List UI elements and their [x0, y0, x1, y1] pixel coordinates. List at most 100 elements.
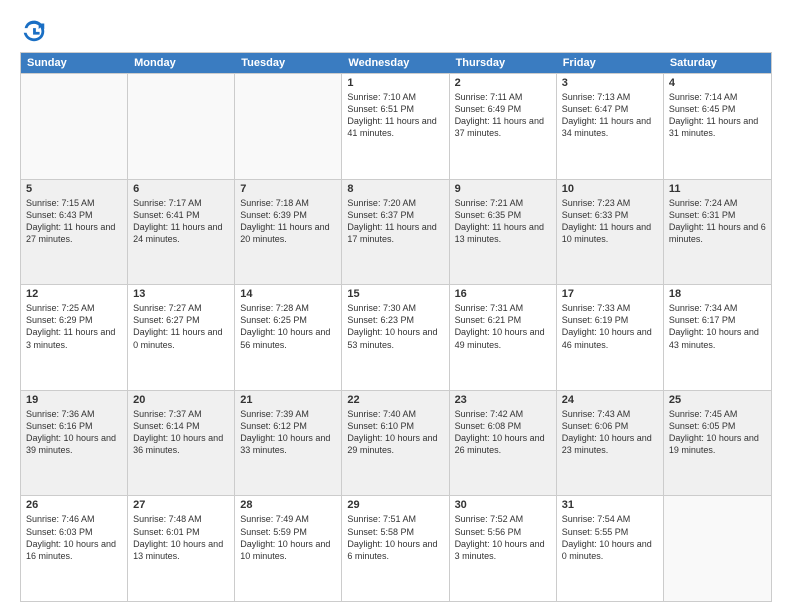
header: [20, 16, 772, 44]
day-info: Sunrise: 7:52 AM Sunset: 5:56 PM Dayligh…: [455, 513, 551, 562]
day-info: Sunrise: 7:33 AM Sunset: 6:19 PM Dayligh…: [562, 302, 658, 351]
day-number: 5: [26, 183, 122, 195]
day-number: 21: [240, 394, 336, 406]
day-info: Sunrise: 7:42 AM Sunset: 6:08 PM Dayligh…: [455, 408, 551, 457]
day-number: 6: [133, 183, 229, 195]
day-number: 12: [26, 288, 122, 300]
cal-cell-empty: [21, 74, 128, 179]
day-info: Sunrise: 7:20 AM Sunset: 6:37 PM Dayligh…: [347, 197, 443, 246]
day-number: 19: [26, 394, 122, 406]
day-of-week-tuesday: Tuesday: [235, 53, 342, 73]
day-number: 26: [26, 499, 122, 511]
cal-cell-27: 27 Sunrise: 7:48 AM Sunset: 6:01 PM Dayli…: [128, 496, 235, 601]
cal-cell-3: 3 Sunrise: 7:13 AM Sunset: 6:47 PM Daylig…: [557, 74, 664, 179]
cal-cell-14: 14Sunrise: 7:28 AM Sunset: 6:25 PM Dayli…: [235, 285, 342, 390]
day-info: Sunrise: 7:17 AM Sunset: 6:41 PM Dayligh…: [133, 197, 229, 246]
cal-cell-17: 17 Sunrise: 7:33 AM Sunset: 6:19 PM Dayli…: [557, 285, 664, 390]
day-info: Sunrise: 7:10 AM Sunset: 6:51 PM Dayligh…: [347, 91, 443, 140]
day-of-week-wednesday: Wednesday: [342, 53, 449, 73]
day-of-week-thursday: Thursday: [450, 53, 557, 73]
cal-cell-7: 7 Sunrise: 7:18 AM Sunset: 6:39 PM Daylig…: [235, 180, 342, 285]
day-number: 16: [455, 288, 551, 300]
cal-cell-1: 1Sunrise: 7:10 AM Sunset: 6:51 PM Daylig…: [342, 74, 449, 179]
day-number: 28: [240, 499, 336, 511]
cal-cell-empty: [235, 74, 342, 179]
page: SundayMondayTuesdayWednesdayThursdayFrid…: [0, 0, 792, 612]
day-info: Sunrise: 7:23 AM Sunset: 6:33 PM Dayligh…: [562, 197, 658, 246]
day-number: 7: [240, 183, 336, 195]
cal-cell-25: 25 Sunrise: 7:45 AM Sunset: 6:05 PM Dayli…: [664, 391, 771, 496]
day-info: Sunrise: 7:51 AM Sunset: 5:58 PM Dayligh…: [347, 513, 443, 562]
cal-cell-5: 5 Sunrise: 7:15 AM Sunset: 6:43 PM Daylig…: [21, 180, 128, 285]
week-row-4: 19 Sunrise: 7:36 AM Sunset: 6:16 PM Dayli…: [21, 390, 771, 496]
cal-cell-15: 15 Sunrise: 7:30 AM Sunset: 6:23 PM Dayli…: [342, 285, 449, 390]
cal-cell-21: 21 Sunrise: 7:39 AM Sunset: 6:12 PM Dayli…: [235, 391, 342, 496]
cal-cell-10: 10 Sunrise: 7:23 AM Sunset: 6:33 PM Dayli…: [557, 180, 664, 285]
week-row-3: 12 Sunrise: 7:25 AM Sunset: 6:29 PM Dayli…: [21, 284, 771, 390]
cal-cell-11: 11Sunrise: 7:24 AM Sunset: 6:31 PM Dayli…: [664, 180, 771, 285]
day-info: Sunrise: 7:36 AM Sunset: 6:16 PM Dayligh…: [26, 408, 122, 457]
day-number: 17: [562, 288, 658, 300]
day-of-week-monday: Monday: [128, 53, 235, 73]
day-info: Sunrise: 7:46 AM Sunset: 6:03 PM Dayligh…: [26, 513, 122, 562]
day-number: 8: [347, 183, 443, 195]
day-of-week-friday: Friday: [557, 53, 664, 73]
logo-icon: [20, 16, 48, 44]
cal-cell-19: 19 Sunrise: 7:36 AM Sunset: 6:16 PM Dayli…: [21, 391, 128, 496]
cal-cell-26: 26 Sunrise: 7:46 AM Sunset: 6:03 PM Dayli…: [21, 496, 128, 601]
day-of-week-saturday: Saturday: [664, 53, 771, 73]
cal-cell-2: 2Sunrise: 7:11 AM Sunset: 6:49 PM Daylig…: [450, 74, 557, 179]
day-number: 18: [669, 288, 766, 300]
day-info: Sunrise: 7:15 AM Sunset: 6:43 PM Dayligh…: [26, 197, 122, 246]
week-row-1: 1Sunrise: 7:10 AM Sunset: 6:51 PM Daylig…: [21, 73, 771, 179]
day-info: Sunrise: 7:49 AM Sunset: 5:59 PM Dayligh…: [240, 513, 336, 562]
calendar-body: 1Sunrise: 7:10 AM Sunset: 6:51 PM Daylig…: [21, 73, 771, 601]
day-info: Sunrise: 7:14 AM Sunset: 6:45 PM Dayligh…: [669, 91, 766, 140]
day-info: Sunrise: 7:45 AM Sunset: 6:05 PM Dayligh…: [669, 408, 766, 457]
day-info: Sunrise: 7:27 AM Sunset: 6:27 PM Dayligh…: [133, 302, 229, 351]
week-row-5: 26 Sunrise: 7:46 AM Sunset: 6:03 PM Dayli…: [21, 495, 771, 601]
day-number: 25: [669, 394, 766, 406]
day-info: Sunrise: 7:48 AM Sunset: 6:01 PM Dayligh…: [133, 513, 229, 562]
cal-cell-31: 31 Sunrise: 7:54 AM Sunset: 5:55 PM Dayli…: [557, 496, 664, 601]
day-number: 24: [562, 394, 658, 406]
day-info: Sunrise: 7:54 AM Sunset: 5:55 PM Dayligh…: [562, 513, 658, 562]
day-number: 31: [562, 499, 658, 511]
day-info: Sunrise: 7:25 AM Sunset: 6:29 PM Dayligh…: [26, 302, 122, 351]
calendar-header: SundayMondayTuesdayWednesdayThursdayFrid…: [21, 53, 771, 73]
day-number: 4: [669, 77, 766, 89]
cal-cell-8: 8 Sunrise: 7:20 AM Sunset: 6:37 PM Daylig…: [342, 180, 449, 285]
day-number: 20: [133, 394, 229, 406]
day-info: Sunrise: 7:37 AM Sunset: 6:14 PM Dayligh…: [133, 408, 229, 457]
day-number: 30: [455, 499, 551, 511]
cal-cell-24: 24Sunrise: 7:43 AM Sunset: 6:06 PM Dayli…: [557, 391, 664, 496]
cal-cell-23: 23 Sunrise: 7:42 AM Sunset: 6:08 PM Dayli…: [450, 391, 557, 496]
day-info: Sunrise: 7:21 AM Sunset: 6:35 PM Dayligh…: [455, 197, 551, 246]
week-row-2: 5 Sunrise: 7:15 AM Sunset: 6:43 PM Daylig…: [21, 179, 771, 285]
cal-cell-12: 12 Sunrise: 7:25 AM Sunset: 6:29 PM Dayli…: [21, 285, 128, 390]
cal-cell-4: 4 Sunrise: 7:14 AM Sunset: 6:45 PM Daylig…: [664, 74, 771, 179]
day-info: Sunrise: 7:11 AM Sunset: 6:49 PM Dayligh…: [455, 91, 551, 140]
day-number: 27: [133, 499, 229, 511]
day-number: 3: [562, 77, 658, 89]
logo: [20, 16, 52, 44]
day-number: 29: [347, 499, 443, 511]
day-info: Sunrise: 7:31 AM Sunset: 6:21 PM Dayligh…: [455, 302, 551, 351]
day-info: Sunrise: 7:34 AM Sunset: 6:17 PM Dayligh…: [669, 302, 766, 351]
day-number: 15: [347, 288, 443, 300]
cal-cell-22: 22Sunrise: 7:40 AM Sunset: 6:10 PM Dayli…: [342, 391, 449, 496]
day-info: Sunrise: 7:39 AM Sunset: 6:12 PM Dayligh…: [240, 408, 336, 457]
cal-cell-18: 18 Sunrise: 7:34 AM Sunset: 6:17 PM Dayli…: [664, 285, 771, 390]
day-info: Sunrise: 7:13 AM Sunset: 6:47 PM Dayligh…: [562, 91, 658, 140]
cal-cell-16: 16 Sunrise: 7:31 AM Sunset: 6:21 PM Dayli…: [450, 285, 557, 390]
day-number: 23: [455, 394, 551, 406]
day-number: 13: [133, 288, 229, 300]
day-number: 10: [562, 183, 658, 195]
day-info: Sunrise: 7:40 AM Sunset: 6:10 PM Dayligh…: [347, 408, 443, 457]
day-info: Sunrise: 7:30 AM Sunset: 6:23 PM Dayligh…: [347, 302, 443, 351]
day-info: Sunrise: 7:28 AM Sunset: 6:25 PM Dayligh…: [240, 302, 336, 351]
day-info: Sunrise: 7:18 AM Sunset: 6:39 PM Dayligh…: [240, 197, 336, 246]
cal-cell-28: 28 Sunrise: 7:49 AM Sunset: 5:59 PM Dayli…: [235, 496, 342, 601]
cal-cell-30: 30 Sunrise: 7:52 AM Sunset: 5:56 PM Dayli…: [450, 496, 557, 601]
day-number: 11: [669, 183, 766, 195]
